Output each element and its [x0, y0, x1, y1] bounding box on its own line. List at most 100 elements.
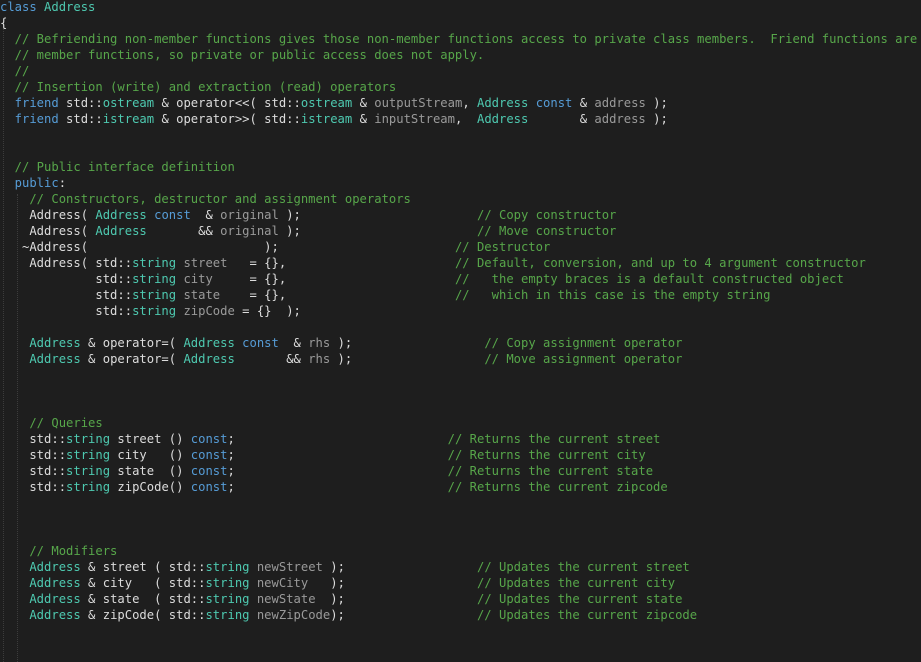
code-token: //	[0, 64, 30, 78]
code-token: rhs	[308, 336, 331, 350]
code-token: state	[183, 288, 221, 302]
code-token: std::	[0, 448, 67, 462]
code-line[interactable]: std::string zipCode() const; // Returns …	[0, 479, 667, 495]
code-line[interactable]: friend std::ostream & operator<<( std::o…	[0, 95, 668, 111]
code-token: istream	[102, 112, 155, 126]
code-line[interactable]: std::string zipCode = {} );	[0, 303, 301, 319]
code-line[interactable]: // Insertion (write) and extraction (rea…	[0, 79, 397, 95]
code-token: friend	[0, 112, 59, 126]
code-token: string	[66, 464, 111, 478]
code-token: // the empty braces is a default constru…	[454, 272, 844, 286]
code-token: &	[528, 112, 595, 126]
code-token: & operator<<( std::	[154, 96, 301, 110]
code-token: Address	[183, 336, 235, 350]
code-line[interactable]: //	[0, 63, 30, 79]
code-token: // Constructors, destructor and assignme…	[0, 192, 411, 206]
code-editor[interactable]: class Address{ // Befriending non-member…	[0, 0, 921, 662]
code-token: std::	[0, 480, 67, 494]
code-token: Address	[183, 352, 235, 366]
code-line[interactable]: // Queries	[0, 415, 103, 431]
code-token: & street ( std::	[80, 560, 206, 574]
code-token: address	[594, 96, 646, 110]
code-token: // Updates the current street	[476, 560, 690, 574]
code-token: &	[572, 96, 595, 110]
code-token: std::	[0, 432, 67, 446]
code-line[interactable]: std::string state () const; // Returns t…	[0, 463, 653, 479]
code-line[interactable]: friend std::istream & operator>>( std::i…	[0, 111, 668, 127]
code-token: // Returns the current state	[447, 464, 654, 478]
code-token: );	[330, 352, 485, 366]
code-token: Address	[0, 560, 81, 574]
code-token: street	[183, 256, 228, 270]
code-line[interactable]: ~Address( ); // Destructor	[0, 239, 550, 255]
code-token: class	[0, 0, 37, 14]
code-line[interactable]: Address( std::string street = {}, // Def…	[0, 255, 866, 271]
code-token: // Modifiers	[0, 544, 118, 558]
code-line[interactable]: Address & state ( std::string newState )…	[0, 591, 682, 607]
code-token: & city ( std::	[80, 576, 206, 590]
code-line[interactable]: Address & street ( std::string newStreet…	[0, 559, 690, 575]
code-token: std::	[58, 96, 103, 110]
code-token: Address	[0, 352, 81, 366]
code-token: Address	[95, 224, 147, 238]
code-token: const	[190, 448, 228, 462]
code-token: string	[66, 448, 111, 462]
code-token: friend	[0, 96, 59, 110]
code-line[interactable]: Address & operator=( Address && rhs ); /…	[0, 351, 682, 367]
code-token: ;	[227, 480, 448, 494]
code-token: string	[132, 256, 177, 270]
code-token: newStreet	[256, 560, 323, 574]
code-token: Address(	[0, 224, 96, 238]
code-token: string	[132, 288, 177, 302]
code-line[interactable]: // Constructors, destructor and assignme…	[0, 191, 411, 207]
code-token: ostream	[300, 96, 353, 110]
code-token: street ()	[110, 432, 191, 446]
code-token: string	[132, 304, 177, 318]
code-token: city ()	[110, 448, 191, 462]
code-token: // Queries	[0, 416, 103, 430]
code-token: const	[190, 432, 228, 446]
code-line[interactable]: std::string city () const; // Returns th…	[0, 447, 646, 463]
code-line[interactable]: // Public interface definition	[0, 159, 235, 175]
code-line[interactable]: // member functions, so private or publi…	[0, 47, 485, 63]
code-line[interactable]: class Address	[0, 0, 95, 15]
code-token: Address	[0, 592, 81, 606]
code-token: // Returns the current city	[447, 448, 646, 462]
code-token: Address	[0, 608, 81, 622]
code-line[interactable]: std::string street () const; // Returns …	[0, 431, 660, 447]
code-token: = {},	[227, 256, 455, 270]
code-line[interactable]: Address & city ( std::string newCity ); …	[0, 575, 675, 591]
code-token: );	[315, 592, 477, 606]
code-line[interactable]: // Modifiers	[0, 543, 117, 559]
code-token: std::	[0, 288, 133, 302]
code-token: original	[220, 224, 279, 238]
code-line[interactable]: std::string state = {}, // which in this…	[0, 287, 770, 303]
code-token: :	[58, 176, 67, 190]
code-token: &	[278, 336, 309, 350]
code-token: & operator=(	[80, 352, 184, 366]
code-token: zipCode()	[110, 480, 191, 494]
code-line[interactable]: std::string city = {}, // the empty brac…	[0, 271, 844, 287]
code-token: Address( std::	[0, 256, 133, 270]
code-line[interactable]: public:	[0, 175, 66, 191]
code-token: const	[190, 480, 228, 494]
code-line[interactable]: Address( Address && original ); // Move …	[0, 223, 616, 239]
code-line[interactable]: {	[0, 15, 7, 31]
code-line[interactable]: Address( Address const & original ); // …	[0, 207, 616, 223]
code-token: newState	[256, 592, 316, 606]
code-line[interactable]: Address & zipCode( std::string newZipCod…	[0, 607, 697, 623]
code-token: & zipCode( std::	[80, 608, 206, 622]
code-token: = {} );	[234, 304, 301, 318]
code-token: // Copy constructor	[476, 208, 617, 222]
code-token: zipCode	[183, 304, 235, 318]
code-line[interactable]: Address & operator=( Address const & rhs…	[0, 335, 682, 351]
code-token: & operator>>( std::	[154, 112, 301, 126]
code-token: city	[183, 272, 213, 286]
code-token: // Befriending non-member functions give…	[0, 32, 921, 46]
code-token: string	[66, 432, 111, 446]
code-token: state ()	[110, 464, 191, 478]
code-line[interactable]: // Befriending non-member functions give…	[0, 31, 921, 47]
code-token: Address	[44, 0, 96, 14]
